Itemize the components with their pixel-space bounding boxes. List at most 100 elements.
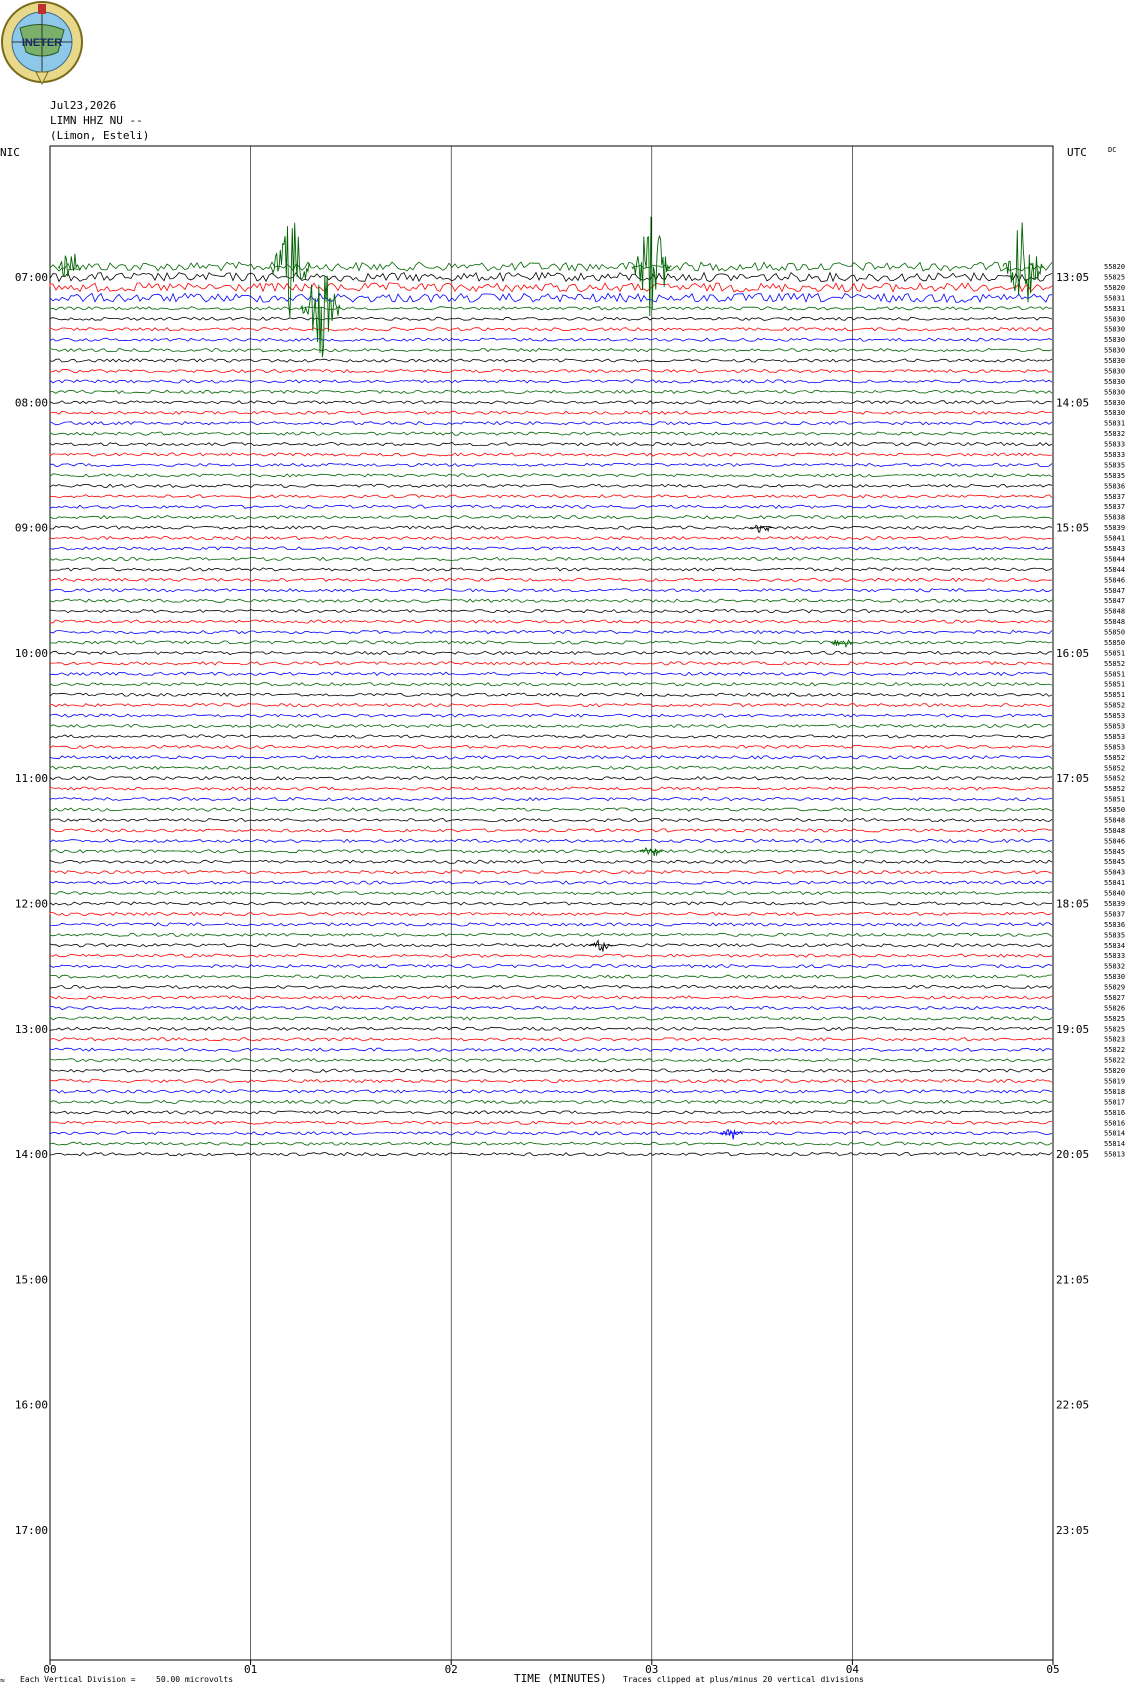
x-tick-label: 02: [445, 1663, 458, 1676]
right-hour-label: 19:05: [1056, 1023, 1089, 1036]
dc-label: DC: [1108, 146, 1116, 154]
dc-count-label: 55853: [1104, 743, 1125, 751]
dc-count-label: 55832: [1104, 963, 1125, 971]
left-hour-label: 08:00: [15, 396, 48, 409]
dc-count-label: 55848: [1104, 816, 1125, 824]
dc-count-label: 55850: [1104, 639, 1125, 647]
dc-count-label: 55830: [1104, 326, 1125, 334]
trace-line: [49, 849, 1053, 854]
trace-line: [49, 389, 1053, 394]
trace-line: [49, 692, 1053, 697]
dc-count-label: 55814: [1104, 1140, 1125, 1148]
scale-mark: ≈: [0, 1676, 5, 1685]
dc-count-label: 55837: [1104, 503, 1125, 511]
trace-line: [49, 567, 1053, 572]
dc-count-label: 55838: [1104, 514, 1125, 522]
right-timezone-label: UTC: [1067, 146, 1087, 159]
trace-line: [49, 1099, 1053, 1104]
event-burst: [57, 253, 82, 278]
left-hour-label: 07:00: [15, 271, 48, 284]
trace-line: [49, 922, 1053, 927]
dc-count-label: 55830: [1104, 357, 1125, 365]
dc-count-label: 55850: [1104, 629, 1125, 637]
trace-line: [49, 723, 1053, 729]
dc-count-label: 55822: [1104, 1057, 1125, 1065]
dc-count-label: 55853: [1104, 712, 1125, 720]
footer-scale-value: 50.00 microvolts: [156, 1675, 234, 1684]
trace-line: [49, 744, 1053, 749]
dc-count-label: 55840: [1104, 890, 1125, 898]
trace-line: [49, 347, 1053, 353]
dc-count-label: 55843: [1104, 545, 1125, 553]
left-hour-label: 16:00: [15, 1399, 48, 1412]
trace-line: [49, 619, 1053, 624]
trace-line: [49, 786, 1053, 791]
dc-count-label: 55846: [1104, 576, 1125, 584]
dc-count-label: 55833: [1104, 952, 1125, 960]
dc-count-label: 55851: [1104, 681, 1125, 689]
trace-line: [49, 379, 1053, 384]
dc-count-label: 55830: [1104, 388, 1125, 396]
dc-count-label: 55851: [1104, 796, 1125, 804]
trace-line: [49, 462, 1053, 468]
trace-line: [49, 400, 1053, 405]
trace-line: [49, 1078, 1053, 1084]
trace-line: [49, 316, 1053, 321]
dc-count-label: 55814: [1104, 1130, 1125, 1138]
event-burst: [830, 639, 854, 648]
trace-line: [49, 943, 1053, 948]
event-group: [57, 216, 1043, 1140]
dc-count-label: 55831: [1104, 305, 1125, 313]
dc-count-label: 55844: [1104, 566, 1125, 574]
dc-count-label: 55819: [1104, 1078, 1125, 1086]
dc-count-label: 55851: [1104, 691, 1125, 699]
trace-line: [49, 306, 1053, 311]
left-hour-label: 17:00: [15, 1524, 48, 1537]
dc-count-label: 55852: [1104, 754, 1125, 762]
dc-count-label: 55847: [1104, 597, 1125, 605]
footer-scale-note: Each Vertical Division =: [20, 1675, 136, 1684]
dc-count-label: 55830: [1104, 336, 1125, 344]
right-hour-label: 20:05: [1056, 1148, 1089, 1161]
dc-count-label: 55831: [1104, 294, 1125, 302]
x-tick-label: 01: [244, 1663, 257, 1676]
trace-line: [49, 421, 1053, 426]
left-hour-label: 13:00: [15, 1023, 48, 1036]
dc-count-label: 55825: [1104, 1015, 1125, 1023]
dc-count-label: 55822: [1104, 1046, 1125, 1054]
dc-count-label: 55832: [1104, 430, 1125, 438]
trace-line: [49, 880, 1053, 885]
trace-line: [49, 1141, 1053, 1146]
trace-line: [49, 577, 1053, 582]
trace-line: [49, 1110, 1053, 1115]
trace-line: [49, 817, 1053, 823]
dc-count-label: 55834: [1104, 942, 1125, 950]
trace-line: [49, 535, 1053, 541]
dc-count-label: 55830: [1104, 367, 1125, 375]
trace-line: [49, 358, 1053, 363]
trace-line: [49, 859, 1053, 864]
trace-line: [49, 1089, 1053, 1094]
dc-count-label: 55835: [1104, 472, 1125, 480]
trace-line: [49, 629, 1053, 635]
dc-count-label: 55825: [1104, 274, 1125, 282]
trace-line: [49, 1026, 1053, 1031]
dc-count-label: 55848: [1104, 618, 1125, 626]
trace-line: [49, 682, 1053, 687]
dc-count-label: 55831: [1104, 420, 1125, 428]
trace-line: [49, 598, 1053, 603]
trace-line: [49, 452, 1053, 457]
trace-line: [49, 1151, 1053, 1157]
trace-line: [49, 640, 1053, 645]
dc-count-label: 55844: [1104, 555, 1125, 563]
trace-line: [49, 441, 1053, 447]
x-axis-label: TIME (MINUTES): [514, 1672, 607, 1685]
trace-line: [49, 1057, 1053, 1063]
trace-line: [49, 525, 1053, 530]
dc-count-label: 55853: [1104, 733, 1125, 741]
dc-count-label: 55851: [1104, 670, 1125, 678]
right-hour-label: 21:05: [1056, 1273, 1089, 1286]
footer-clip-note: Traces clipped at plus/minus 20 vertical…: [623, 1675, 864, 1684]
event-burst: [639, 846, 663, 857]
trace-line: [49, 911, 1053, 917]
